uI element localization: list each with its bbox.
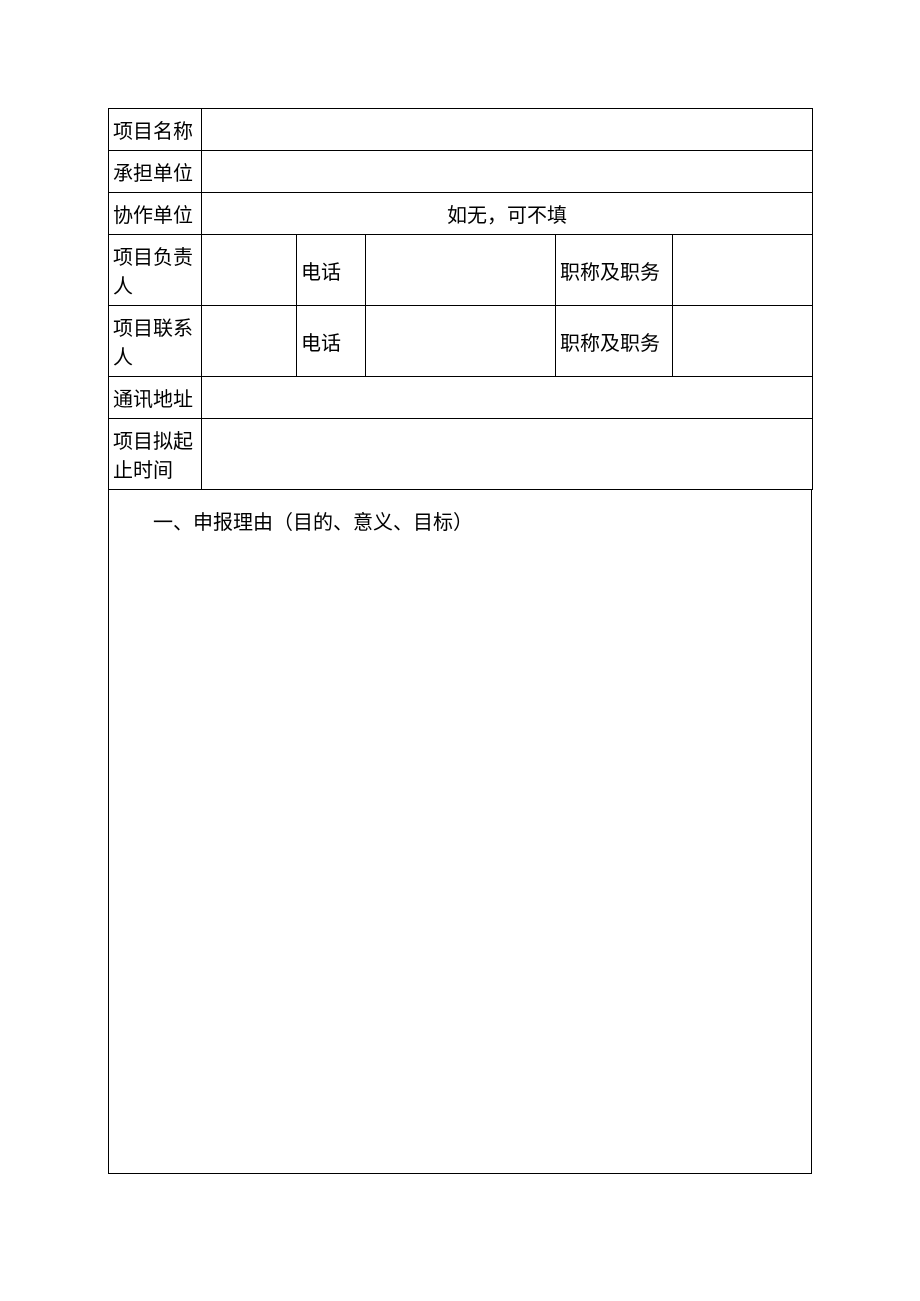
value-leader-title[interactable] [673,235,813,306]
value-contact-title[interactable] [673,306,813,377]
value-contact-name[interactable] [202,306,297,377]
value-coop[interactable]: 如无，可不填 [202,193,813,235]
label-address: 通讯地址 [109,377,202,419]
section-reason-title: 一、申报理由（目的、意义、目标） [153,506,791,535]
label-contact-phone: 电话 [297,306,366,377]
form-page: 项目名称 承担单位 协作单位 如无，可不填 项目负责人 电话 职称及职务 项目联… [0,0,920,1174]
label-leader-phone: 电话 [297,235,366,306]
value-project-name[interactable] [202,109,813,151]
row-project-name: 项目名称 [109,109,813,151]
label-contact: 项目联系人 [109,306,202,377]
value-contact-phone[interactable] [366,306,556,377]
label-leader-title: 职称及职务 [556,235,673,306]
section-reason-box[interactable]: 一、申报理由（目的、意义、目标） [108,490,812,1174]
row-duration: 项目拟起止时间 [109,419,813,490]
row-address: 通讯地址 [109,377,813,419]
info-table: 项目名称 承担单位 协作单位 如无，可不填 项目负责人 电话 职称及职务 项目联… [108,108,813,490]
value-duration[interactable] [202,419,813,490]
label-contact-title: 职称及职务 [556,306,673,377]
label-coop: 协作单位 [109,193,202,235]
row-leader: 项目负责人 电话 职称及职务 [109,235,813,306]
label-org: 承担单位 [109,151,202,193]
row-contact: 项目联系人 电话 职称及职务 [109,306,813,377]
value-leader-phone[interactable] [366,235,556,306]
value-leader-name[interactable] [202,235,297,306]
row-org: 承担单位 [109,151,813,193]
label-duration: 项目拟起止时间 [109,419,202,490]
label-leader: 项目负责人 [109,235,202,306]
value-address[interactable] [202,377,813,419]
label-project-name: 项目名称 [109,109,202,151]
value-org[interactable] [202,151,813,193]
row-coop: 协作单位 如无，可不填 [109,193,813,235]
